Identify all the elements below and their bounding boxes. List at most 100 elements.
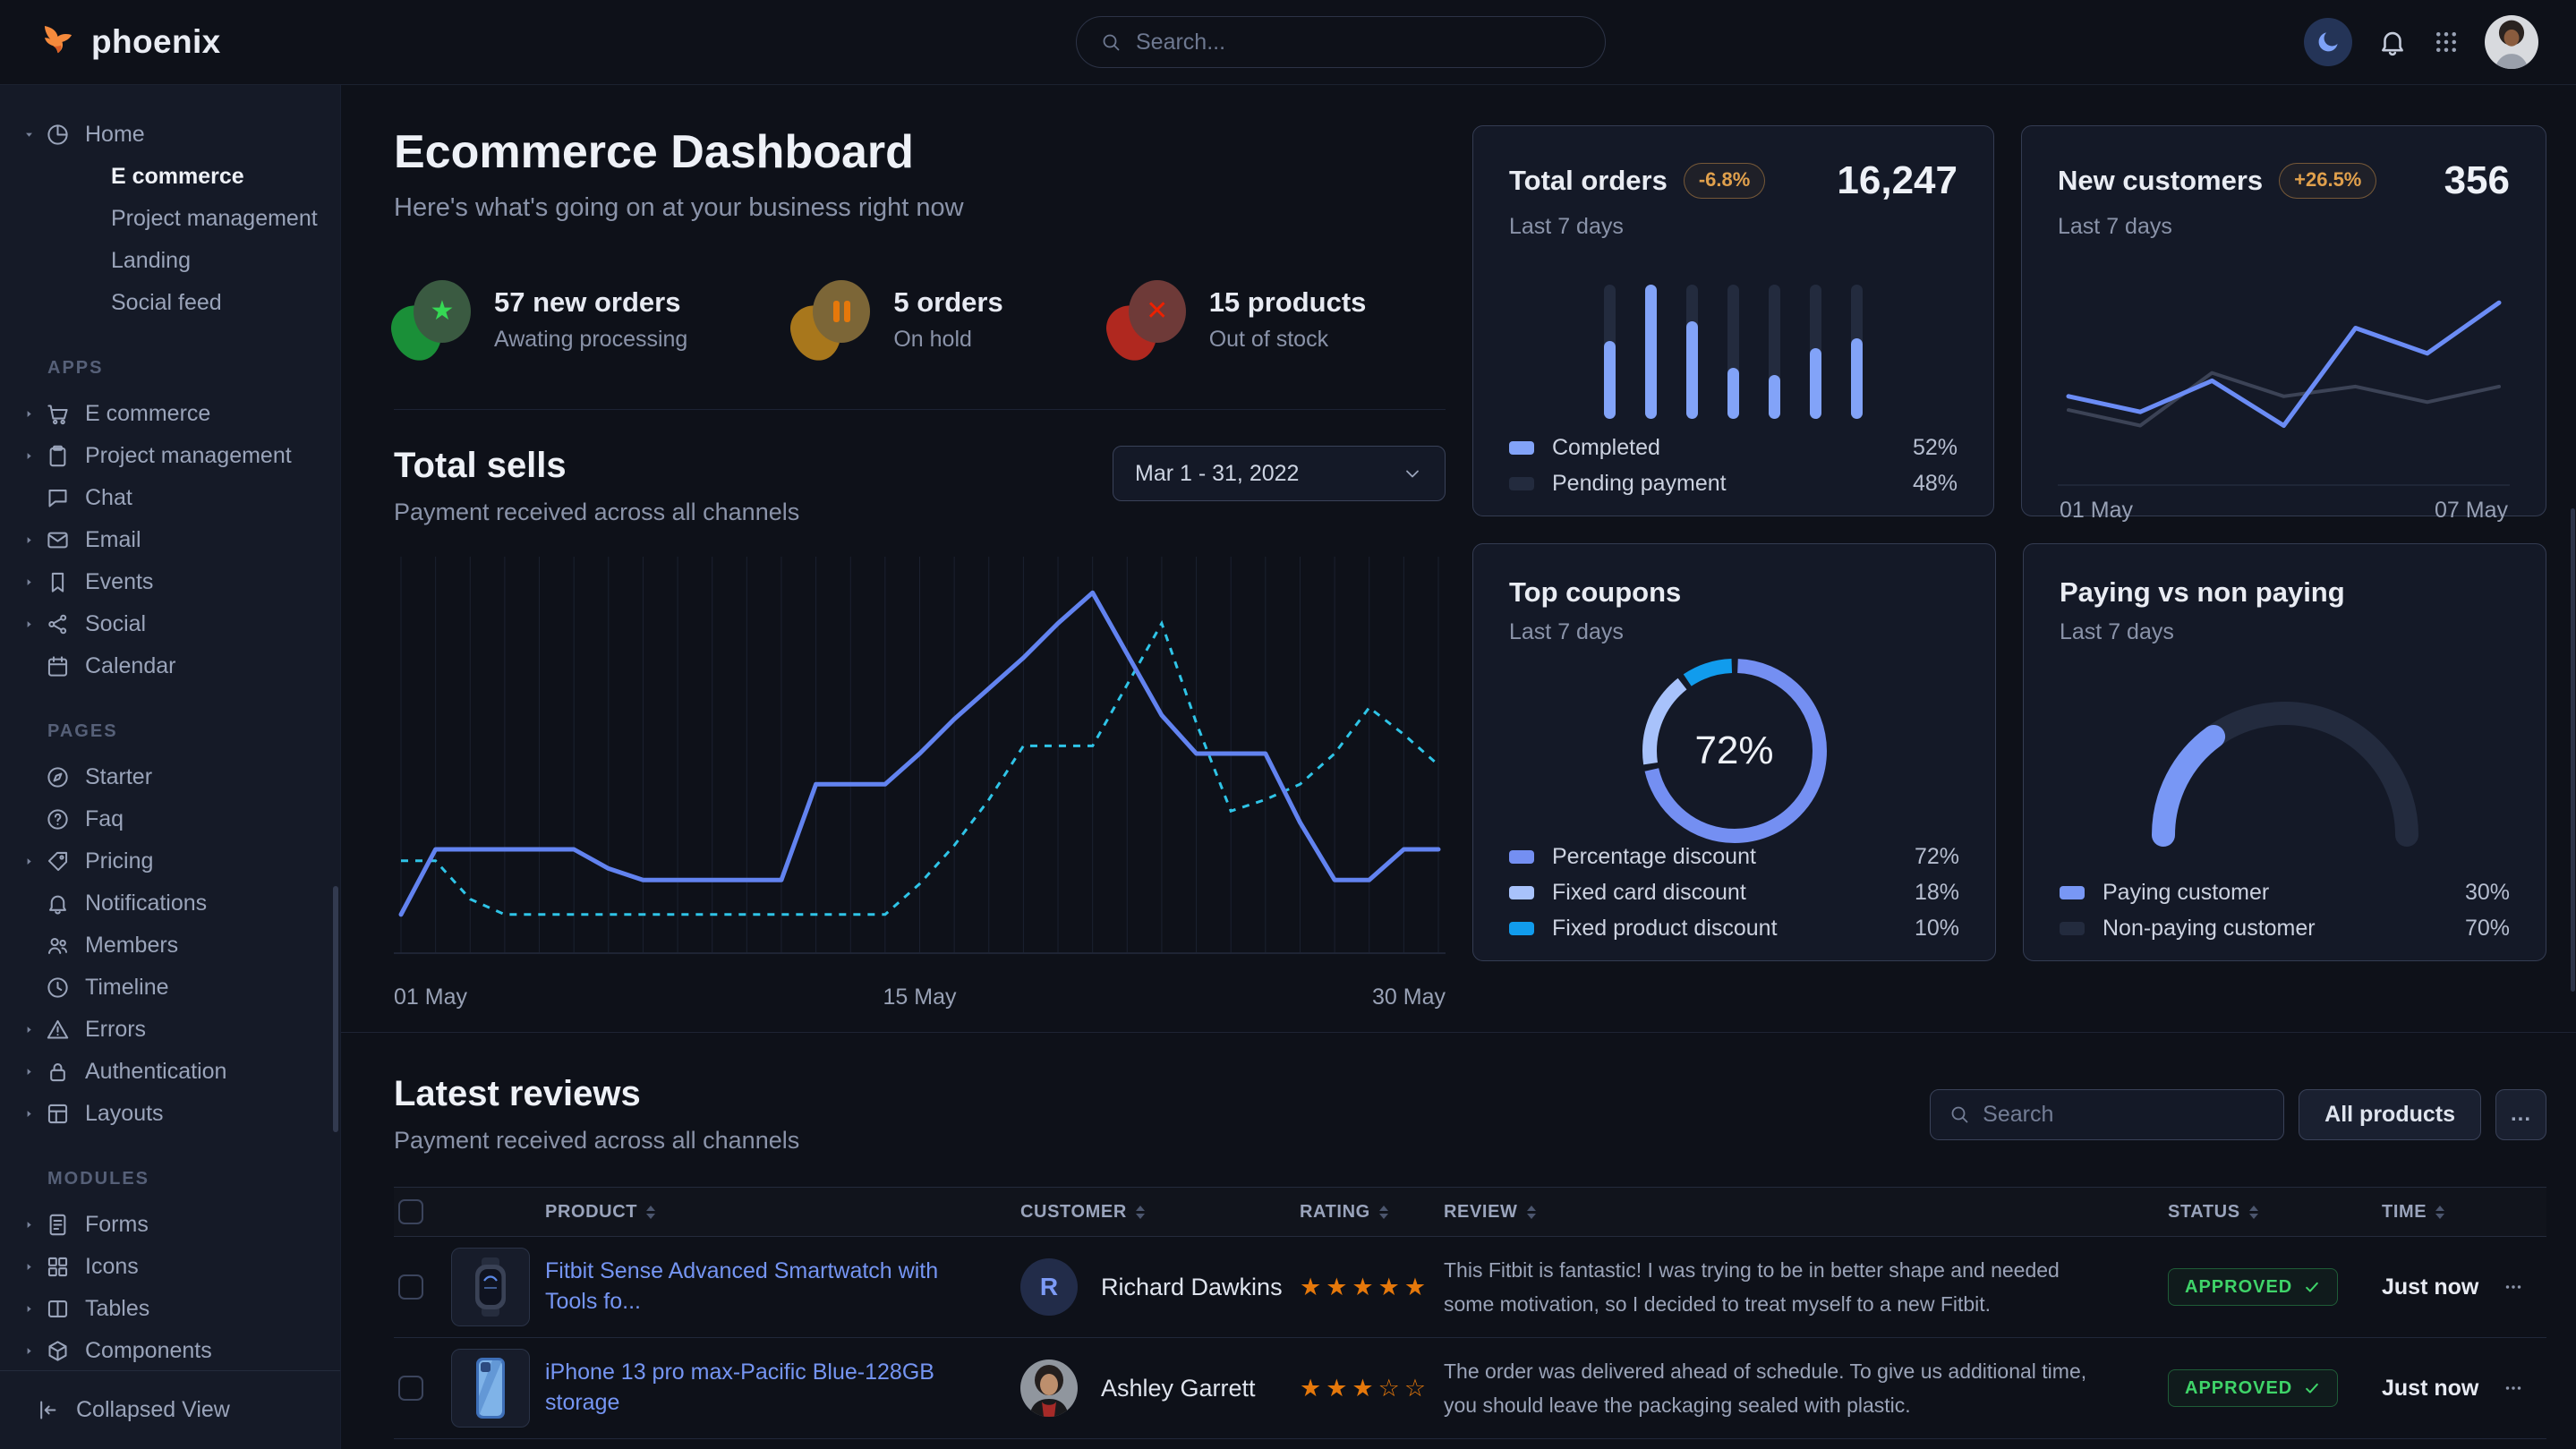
global-search-input[interactable] xyxy=(1136,30,1582,55)
card-title: Top coupons xyxy=(1509,576,1681,609)
select-all-checkbox[interactable] xyxy=(394,1199,451,1224)
caret-down-icon xyxy=(22,128,46,142)
sidebar-item-social[interactable]: Social xyxy=(0,603,340,645)
sidebar-item-faq[interactable]: Faq xyxy=(0,798,340,840)
column-header-customer[interactable]: CUSTOMER xyxy=(1020,1202,1300,1223)
sidebar-item-calendar[interactable]: Calendar xyxy=(0,645,340,687)
caret-right-icon xyxy=(22,1218,46,1232)
global-search xyxy=(1076,16,1606,68)
sidebar-item-authentication[interactable]: Authentication xyxy=(0,1051,340,1093)
sidebar-subitem-e-commerce[interactable]: E commerce xyxy=(0,156,340,198)
sidebar-item-label: Starter xyxy=(85,764,152,790)
checkbox[interactable] xyxy=(398,1376,423,1401)
product-link[interactable]: Fitbit Sense Advanced Smartwatch with To… xyxy=(545,1257,1020,1317)
column-header-time[interactable]: TIME xyxy=(2382,1202,2502,1223)
column-header-rating[interactable]: RATING xyxy=(1300,1202,1444,1223)
sidebar-nav: HomeE commerceProject managementLandingS… xyxy=(0,85,340,1370)
sidebar-item-project-management[interactable]: Project management xyxy=(0,435,340,477)
sidebar-item-layouts[interactable]: Layouts xyxy=(0,1093,340,1135)
question-icon xyxy=(46,807,85,831)
sidebar-scrollbar[interactable] xyxy=(333,886,338,1132)
column-header-product[interactable]: PRODUCT xyxy=(545,1202,1020,1223)
latest-reviews-section: Latest reviews Payment received across a… xyxy=(394,1074,2546,1449)
legend-value: 30% xyxy=(2465,880,2510,906)
sidebar-item-timeline[interactable]: Timeline xyxy=(0,967,340,1009)
status-cell: APPROVED xyxy=(2168,1268,2382,1306)
legend-item-fixed-product-discount: Fixed product discount10% xyxy=(1509,910,1959,946)
reviews-search-input[interactable] xyxy=(1983,1102,2271,1128)
page-scrollbar[interactable] xyxy=(2571,508,2575,992)
date-range-select[interactable]: Mar 1 - 31, 2022 xyxy=(1113,446,1446,501)
caret-right-icon xyxy=(22,1065,46,1079)
sidebar-item-errors[interactable]: Errors xyxy=(0,1009,340,1051)
sidebar-item-tables[interactable]: Tables xyxy=(0,1288,340,1330)
sidebar-item-notifications[interactable]: Notifications xyxy=(0,882,340,925)
sidebar-section-label-pages: PAGES xyxy=(47,721,340,742)
sidebar-item-email[interactable]: Email xyxy=(0,519,340,561)
sidebar-item-label: Icons xyxy=(85,1254,139,1280)
brand-logo[interactable]: phoenix xyxy=(38,21,221,63)
sidebar-item-e-commerce[interactable]: E commerce xyxy=(0,393,340,435)
legend-item-pending-payment: Pending payment48% xyxy=(1509,465,1958,501)
brand-name: phoenix xyxy=(91,23,221,61)
sidebar-item-home[interactable]: Home xyxy=(0,114,340,156)
sidebar-item-label: Authentication xyxy=(85,1059,226,1085)
stat-text: 5 ordersOn hold xyxy=(893,286,1002,353)
checkbox[interactable] xyxy=(398,1274,423,1300)
theme-toggle-moon-icon[interactable] xyxy=(2304,18,2352,66)
sidebar-subitem-project-management[interactable]: Project management xyxy=(0,198,340,240)
legend-label: Paying customer xyxy=(2103,880,2269,906)
collapse-view-label: Collapsed View xyxy=(76,1397,230,1423)
table-row: iPhone 13 pro max-Pacific Blue-128GB sto… xyxy=(394,1338,2546,1439)
pause-icon xyxy=(833,301,850,322)
column-label: REVIEW xyxy=(1444,1202,1518,1223)
card-value: 16,247 xyxy=(1837,158,1958,203)
sidebar-item-components[interactable]: Components xyxy=(0,1330,340,1370)
bar xyxy=(1769,285,1780,419)
stat-on-hold: 5 ordersOn hold xyxy=(793,280,1002,359)
legend-chip xyxy=(1509,922,1534,935)
sidebar-subitem-landing[interactable]: Landing xyxy=(0,240,340,282)
x-tick: 01 May xyxy=(2060,498,2133,524)
stat-title: 15 products xyxy=(1209,286,1367,319)
user-avatar[interactable] xyxy=(2485,15,2538,69)
status-badge-approved: APPROVED xyxy=(2168,1369,2338,1407)
sidebar-item-label: Chat xyxy=(85,485,132,511)
bar-fill xyxy=(1604,341,1616,419)
apps-grid-icon[interactable] xyxy=(2433,29,2460,55)
more-options-button[interactable]: ... xyxy=(2495,1089,2546,1140)
sidebar-item-label: Home xyxy=(85,122,145,148)
notifications-bell-icon[interactable] xyxy=(2377,27,2408,57)
sidebar-subitem-social-feed[interactable]: Social feed xyxy=(0,282,340,324)
bar-fill xyxy=(1851,338,1863,419)
sidebar-item-chat[interactable]: Chat xyxy=(0,477,340,519)
legend-item-percentage-discount: Percentage discount72% xyxy=(1509,839,1959,874)
collapse-view-button[interactable]: Collapsed View xyxy=(0,1370,340,1449)
sidebar-item-starter[interactable]: Starter xyxy=(0,756,340,798)
customer-avatar xyxy=(1020,1360,1078,1417)
checkbox[interactable] xyxy=(398,1199,423,1224)
check-icon xyxy=(2303,1379,2321,1397)
product-link[interactable]: iPhone 13 pro max-Pacific Blue-128GB sto… xyxy=(545,1358,1020,1419)
column-header-review[interactable]: REVIEW xyxy=(1444,1202,2168,1223)
legend-chip xyxy=(2060,922,2085,935)
all-products-button[interactable]: All products xyxy=(2299,1089,2481,1140)
mail-icon xyxy=(46,528,85,552)
sidebar-section-label-modules: MODULES xyxy=(47,1169,340,1189)
sidebar-item-events[interactable]: Events xyxy=(0,561,340,603)
sidebar-item-icons[interactable]: Icons xyxy=(0,1246,340,1288)
table-row: Fitbit Sense Advanced Smartwatch with To… xyxy=(394,1237,2546,1338)
row-actions-dots[interactable] xyxy=(2502,1377,2546,1400)
sidebar-item-members[interactable]: Members xyxy=(0,925,340,967)
column-header-status[interactable]: STATUS xyxy=(2168,1202,2382,1223)
row-actions-dots[interactable] xyxy=(2502,1275,2546,1299)
sort-icon xyxy=(1136,1206,1145,1219)
sidebar-item-label: E commerce xyxy=(85,401,210,427)
legend-value: 10% xyxy=(1915,916,1959,942)
caret-right-icon xyxy=(22,618,46,632)
caret-spacer xyxy=(22,939,46,953)
sidebar-item-pricing[interactable]: Pricing xyxy=(0,840,340,882)
customer-cell: Ashley Garrett xyxy=(1020,1360,1300,1417)
caret-spacer xyxy=(22,981,46,995)
sidebar-item-forms[interactable]: Forms xyxy=(0,1204,340,1246)
